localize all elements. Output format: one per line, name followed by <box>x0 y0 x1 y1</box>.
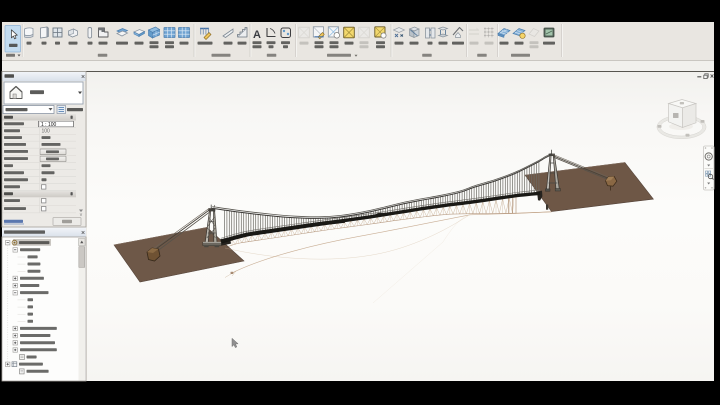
svg-text:100: 100 <box>42 129 51 135</box>
svg-text:1 : 100: 1 : 100 <box>41 122 57 128</box>
svg-text:×: × <box>81 74 85 81</box>
svg-text:×: × <box>81 230 85 237</box>
svg-text:A: A <box>253 29 261 41</box>
